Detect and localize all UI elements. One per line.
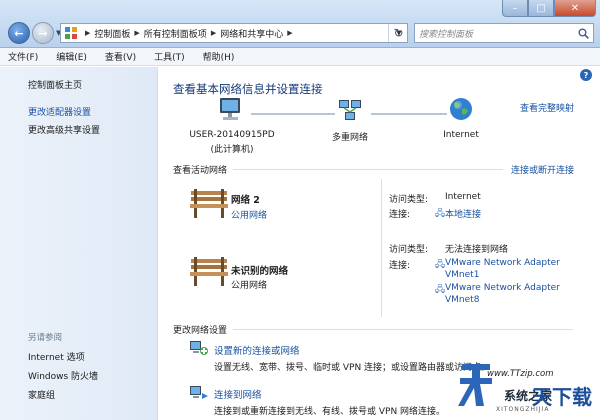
vmnet8-adapter-link[interactable]: VMnet8: [445, 295, 479, 305]
access-type-label: 访问类型:: [389, 245, 429, 255]
network-type-link[interactable]: 公用网络: [231, 208, 267, 221]
setup-new-connection-desc: 设置无线、宽带、拨号、临时或 VPN 连接；或设置路由器或访问点。: [214, 363, 491, 373]
address-bar[interactable]: ▶ 控制面板 ▶ 所有控制面板项 ▶ 网络和共享中心 ▶ ▼: [60, 23, 408, 43]
computer-node: USER-20140915PD (此计算机): [177, 130, 287, 155]
menu-edit[interactable]: 编辑(E): [56, 50, 87, 63]
map-link-2: [371, 113, 447, 115]
menu-view[interactable]: 查看(V): [105, 50, 136, 63]
network-name: 未识别的网络: [231, 266, 289, 277]
internet-node: Internet: [443, 130, 479, 140]
breadcrumb: ▶ 控制面板 ▶ 所有控制面板项 ▶ 网络和共享中心 ▶: [81, 27, 297, 40]
new-connection-icon: [190, 341, 208, 355]
menu-tools[interactable]: 工具(T): [154, 50, 185, 63]
windows-firewall-link[interactable]: Windows 防火墙: [28, 369, 98, 382]
chevron-right-icon[interactable]: ▶: [287, 29, 292, 37]
map-link-1: [251, 113, 335, 115]
close-button[interactable]: ✕: [554, 0, 596, 17]
navigation-buttons: ← → ▼: [8, 22, 61, 44]
forward-button[interactable]: →: [32, 22, 54, 44]
watermark-pinyin: XITONGZHIJIA: [496, 406, 550, 413]
local-connection-link[interactable]: 本地连接: [445, 207, 481, 220]
homegroup-link[interactable]: 家庭组: [28, 388, 55, 401]
access-type-value: Internet: [445, 192, 481, 202]
connections-label: 连接:: [389, 210, 411, 220]
control-panel-home-link[interactable]: 控制面板主页: [28, 78, 82, 91]
connections-label: 连接:: [389, 261, 411, 271]
watermark-logo: [458, 364, 492, 406]
network-name: 网络 2: [231, 195, 260, 206]
access-type-value: 无法连接到网络: [445, 245, 509, 255]
internet-globe-icon: [450, 98, 472, 120]
internet-options-link[interactable]: Internet 选项: [28, 350, 85, 363]
window-titlebar: – □ ✕ ← → ▼ ▶ 控制面板 ▶ 所有控制面板项 ▶ 网络和共享中心 ▶…: [0, 0, 600, 48]
section-divider: [233, 329, 573, 330]
chevron-right-icon[interactable]: ▶: [211, 29, 216, 37]
section-divider: [233, 169, 503, 170]
breadcrumb-control-panel[interactable]: 控制面板: [94, 27, 130, 40]
change-settings-header: 更改网络设置: [173, 326, 228, 336]
public-network-bench-icon: [190, 257, 228, 286]
maximize-button[interactable]: □: [528, 0, 554, 17]
ethernet-icon: 🖧: [435, 285, 446, 295]
ethernet-icon: 🖧: [435, 209, 446, 219]
left-nav-pane: 控制面板主页 更改适配器设置 更改高级共享设置 另请参阅 Internet 选项…: [0, 67, 158, 420]
breadcrumb-all-items[interactable]: 所有控制面板项: [144, 27, 207, 40]
help-icon[interactable]: ?: [580, 69, 592, 81]
vertical-divider: [381, 237, 382, 317]
window-controls: – □ ✕: [502, 0, 596, 18]
page-title: 查看基本网络信息并设置连接: [173, 82, 323, 96]
vmnet1-adapter-link[interactable]: VMnet1: [445, 270, 479, 280]
back-button[interactable]: ←: [8, 22, 30, 44]
public-network-bench-icon: [190, 189, 228, 218]
chevron-right-icon: ▶: [85, 29, 91, 37]
vmnet8-adapter-link[interactable]: VMware Network Adapter: [445, 283, 560, 293]
connect-to-network-icon: [190, 386, 208, 399]
main-content: ? 查看基本网络信息并设置连接 查看完整映射 USER-20140915PD (…: [159, 67, 600, 420]
chevron-right-icon[interactable]: ▶: [134, 29, 139, 37]
computer-icon: [220, 98, 240, 120]
multiple-networks-node: 多重网络: [331, 133, 368, 143]
menu-bar: 文件(F) 编辑(E) 查看(V) 工具(T) 帮助(H): [0, 48, 600, 66]
control-panel-icon: [65, 27, 77, 39]
breadcrumb-network-center[interactable]: 网络和共享中心: [220, 27, 283, 40]
vmnet1-adapter-link[interactable]: VMware Network Adapter: [445, 258, 560, 268]
setup-new-connection-link[interactable]: 设置新的连接或网络: [214, 343, 300, 357]
refresh-button[interactable]: ↻: [388, 24, 408, 42]
menu-help[interactable]: 帮助(H): [203, 50, 235, 63]
search-input[interactable]: 搜索控制面板: [414, 23, 594, 43]
search-icon[interactable]: [578, 28, 589, 39]
change-adapter-settings-link[interactable]: 更改适配器设置: [28, 105, 91, 118]
multiple-networks-icon: [339, 100, 361, 120]
computer-subtitle: (此计算机): [210, 145, 254, 155]
connect-to-network-desc: 连接到或重新连接到无线、有线、拨号或 VPN 网络连接。: [214, 407, 446, 417]
ethernet-icon: 🖧: [435, 260, 446, 270]
network-type: 公用网络: [231, 281, 268, 291]
connect-disconnect-link[interactable]: 连接或断开连接: [511, 163, 574, 176]
menu-file[interactable]: 文件(F): [8, 50, 38, 63]
view-full-map-link[interactable]: 查看完整映射: [520, 101, 574, 114]
active-networks-header: 查看活动网络: [173, 166, 228, 176]
access-type-label: 访问类型:: [389, 195, 429, 205]
search-placeholder: 搜索控制面板: [419, 29, 474, 40]
minimize-button[interactable]: –: [502, 0, 528, 17]
connect-to-network-link[interactable]: 连接到网络: [214, 387, 262, 401]
watermark-url: www.TTzip.com: [487, 369, 554, 379]
computer-name: USER-20140915PD: [189, 130, 275, 140]
see-also-label: 另请参阅: [28, 333, 63, 343]
change-advanced-sharing-link[interactable]: 更改高级共享设置: [28, 123, 100, 136]
